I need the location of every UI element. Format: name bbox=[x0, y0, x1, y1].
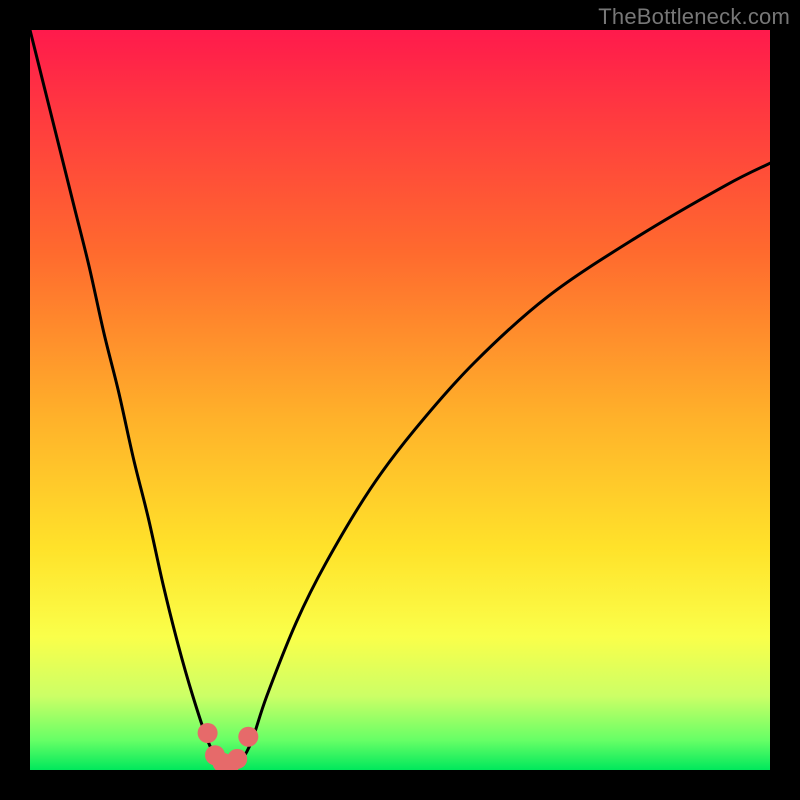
curve-marker bbox=[227, 749, 247, 769]
bottleneck-curve bbox=[30, 30, 770, 766]
curve-marker bbox=[198, 723, 218, 743]
chart-plot-area bbox=[30, 30, 770, 770]
chart-svg bbox=[30, 30, 770, 770]
watermark-text: TheBottleneck.com bbox=[598, 4, 790, 30]
chart-frame: TheBottleneck.com bbox=[0, 0, 800, 800]
curve-marker bbox=[238, 727, 258, 747]
curve-markers bbox=[198, 723, 259, 770]
